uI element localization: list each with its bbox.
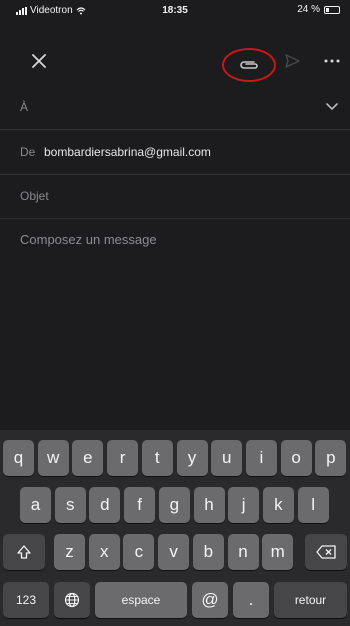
- dot-key[interactable]: .: [233, 582, 269, 618]
- more-icon: [324, 59, 340, 63]
- status-right: 24 %: [297, 4, 340, 15]
- globe-key[interactable]: [54, 582, 90, 618]
- key-g[interactable]: g: [158, 487, 190, 523]
- numbers-key[interactable]: 123: [3, 582, 49, 618]
- key-n[interactable]: n: [227, 534, 259, 570]
- key-k[interactable]: k: [262, 487, 294, 523]
- space-key[interactable]: espace: [95, 582, 187, 618]
- key-z[interactable]: z: [54, 534, 85, 570]
- status-bar: Videotron 18:35 24 %: [0, 0, 350, 22]
- to-label: À: [20, 100, 29, 114]
- key-l[interactable]: l: [297, 487, 329, 523]
- subject-field[interactable]: Objet: [0, 175, 350, 219]
- message-body-input[interactable]: Composez un message: [20, 232, 157, 247]
- more-button[interactable]: [318, 50, 346, 72]
- chevron-down-icon[interactable]: [324, 98, 340, 114]
- globe-icon: [64, 592, 80, 608]
- key-o[interactable]: o: [280, 440, 312, 476]
- battery-fill: [326, 7, 330, 12]
- close-button[interactable]: [28, 50, 50, 72]
- key-m[interactable]: m: [262, 534, 294, 570]
- key-p[interactable]: p: [315, 440, 347, 476]
- key-h[interactable]: h: [193, 487, 225, 523]
- key-c[interactable]: c: [123, 534, 155, 570]
- return-key[interactable]: retour: [274, 582, 347, 618]
- at-key[interactable]: @: [192, 582, 228, 618]
- battery-icon: [324, 5, 340, 14]
- send-icon: [285, 54, 300, 68]
- highlight-circle: [222, 48, 276, 82]
- from-label: De: [20, 145, 36, 159]
- subject-placeholder: Objet: [20, 189, 49, 203]
- backspace-key[interactable]: [305, 534, 347, 570]
- key-q[interactable]: q: [3, 440, 34, 476]
- key-x[interactable]: x: [88, 534, 120, 570]
- key-w[interactable]: w: [37, 440, 69, 476]
- key-t[interactable]: t: [141, 440, 173, 476]
- key-v[interactable]: v: [158, 534, 190, 570]
- to-field[interactable]: À: [0, 86, 350, 130]
- shift-key[interactable]: [3, 534, 45, 570]
- compose-toolbar: [0, 22, 350, 90]
- key-r[interactable]: r: [107, 440, 139, 476]
- key-s[interactable]: s: [54, 487, 86, 523]
- key-e[interactable]: e: [72, 440, 104, 476]
- send-button[interactable]: [281, 50, 303, 72]
- key-d[interactable]: d: [89, 487, 121, 523]
- close-icon: [32, 54, 46, 68]
- key-a[interactable]: a: [20, 487, 51, 523]
- key-u[interactable]: u: [211, 440, 243, 476]
- key-i[interactable]: i: [245, 440, 277, 476]
- attach-button[interactable]: [222, 48, 276, 82]
- key-b[interactable]: b: [192, 534, 224, 570]
- key-j[interactable]: j: [228, 487, 260, 523]
- from-field[interactable]: De bombardiersabrina@gmail.com: [0, 131, 350, 175]
- key-y[interactable]: y: [176, 440, 208, 476]
- from-email: bombardiersabrina@gmail.com: [44, 145, 211, 159]
- keyboard: qwertyuiop asdfghjkl zxcvbnm 123 espace @.…: [0, 430, 350, 626]
- battery-percent: 24 %: [297, 4, 320, 15]
- backspace-icon: [316, 545, 336, 559]
- key-f[interactable]: f: [124, 487, 156, 523]
- shift-icon: [17, 545, 31, 559]
